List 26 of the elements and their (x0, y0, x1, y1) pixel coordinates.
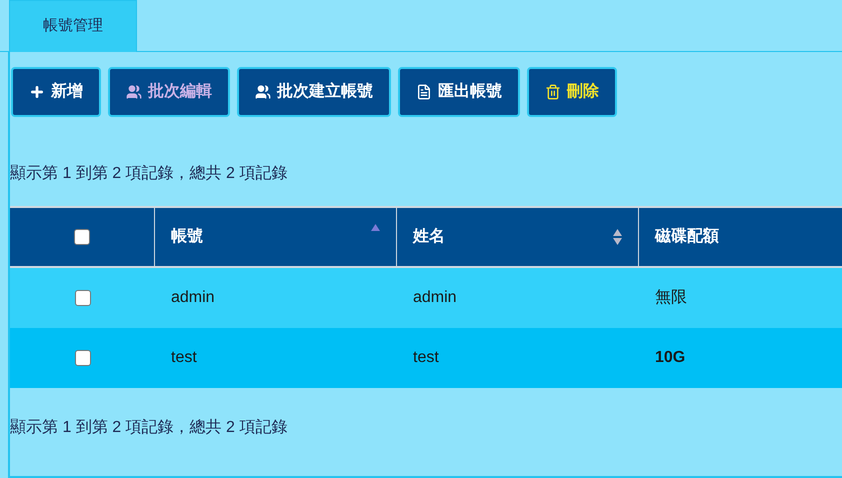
users-icon (255, 84, 271, 100)
record-summary: 顯示第 1 到第 2 項記錄，總共 2 項記錄 (10, 418, 288, 438)
table-cell-text: 10G (655, 348, 686, 368)
tab[interactable]: 帳號管理 (9, 0, 137, 52)
add-button[interactable]: 新增 (11, 67, 101, 117)
plus-icon (29, 84, 45, 100)
table-cell-text: 無限 (655, 288, 687, 308)
table-cell-text: test (171, 348, 197, 368)
group-button[interactable]: 批次建立帳號 (237, 67, 391, 117)
column-header[interactable]: 帳號 (155, 208, 397, 266)
users-icon (126, 84, 142, 100)
column-header[interactable]: 姓名 (397, 208, 639, 266)
record-summary: 顯示第 1 到第 2 項記錄，總共 2 項記錄 (10, 164, 288, 184)
trash-icon (545, 84, 561, 100)
checkbox[interactable] (74, 229, 90, 245)
table-cell-text: admin (171, 288, 215, 308)
table-cell-text: admin (413, 288, 457, 308)
sort-ascending-icon (371, 224, 380, 231)
table-cell-text: test (413, 348, 439, 368)
checkbox[interactable] (74, 290, 90, 306)
sort-icon (613, 229, 622, 245)
checkbox[interactable] (74, 350, 90, 366)
column-header[interactable]: 磁碟配額 (639, 208, 842, 266)
export-button[interactable]: 匯出帳號 (398, 67, 520, 117)
delete-button[interactable]: 刪除 (527, 67, 617, 117)
document-icon (416, 84, 432, 100)
